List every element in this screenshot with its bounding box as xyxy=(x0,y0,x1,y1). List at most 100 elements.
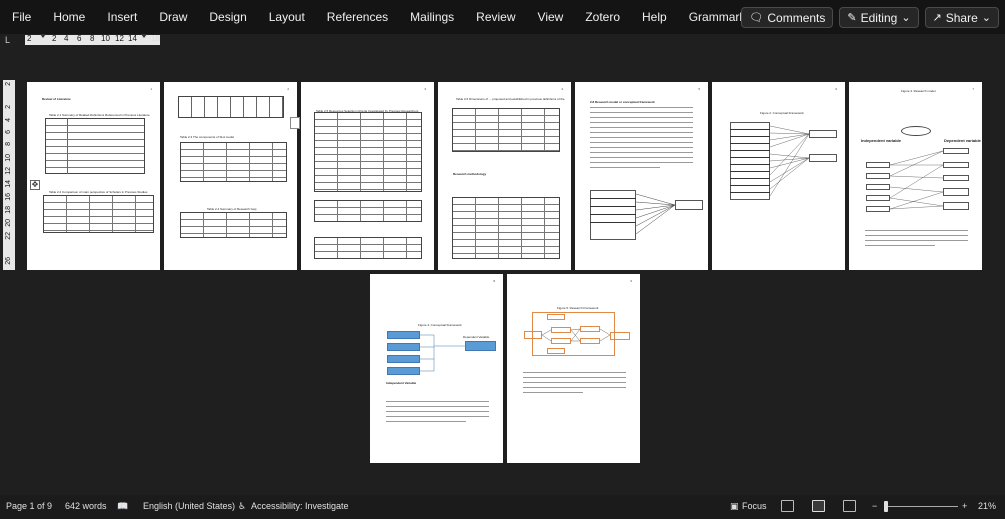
zoom-out-button[interactable]: − xyxy=(872,501,877,511)
print-layout-icon[interactable] xyxy=(812,500,825,512)
accessibility-status[interactable]: Accessibility: Investigate xyxy=(251,501,349,511)
focus-button[interactable]: Focus xyxy=(742,501,767,511)
independent-variable-block xyxy=(387,331,420,339)
text-line xyxy=(590,157,693,158)
page-7[interactable]: 7 Figure 3. Research model Independent v… xyxy=(849,82,982,270)
language-status[interactable]: English (United States) xyxy=(143,501,235,511)
page-3[interactable]: 3 Table 2.5 Resources Selection Criteria… xyxy=(301,82,434,270)
independent-variable-label: Independent Variable xyxy=(386,381,417,385)
ruler-number: 26 xyxy=(5,257,12,265)
methodology-table xyxy=(452,197,560,259)
status-bar: Page 1 of 9 642 words 📖 English (United … xyxy=(0,495,1005,519)
proofing-icon[interactable]: 📖 xyxy=(117,501,128,512)
tab-help[interactable]: Help xyxy=(642,10,667,24)
text-line xyxy=(386,406,489,407)
tab-file[interactable]: File xyxy=(12,10,31,24)
page-number-mark: 5 xyxy=(698,87,700,91)
variable-box xyxy=(866,206,890,212)
page-4[interactable]: 4 Table 2.6 Dimensions of ... proposed a… xyxy=(438,82,571,270)
comment-marker[interactable] xyxy=(290,117,300,129)
tab-references[interactable]: References xyxy=(327,10,388,24)
table-caption: Table 2.4 Summary of Research Gap xyxy=(207,207,257,211)
page-8[interactable]: 8 Figure 4. Conceptual Framework Depende… xyxy=(370,274,503,463)
tab-mailings[interactable]: Mailings xyxy=(410,10,454,24)
page-9[interactable]: 9 Figure 5. Research Framework xyxy=(507,274,640,463)
diagram-divider xyxy=(730,164,770,165)
editing-button[interactable]: ✎ Editing ⌄ xyxy=(839,7,919,28)
page-count[interactable]: Page 1 of 9 xyxy=(6,501,52,511)
text-line xyxy=(590,127,693,128)
page-1[interactable]: 1 Review of Literature Table 2.1 Summary… xyxy=(27,82,160,270)
table-move-handle[interactable]: ✥ xyxy=(30,180,40,190)
text-line xyxy=(590,152,693,153)
ruler-number: 20 xyxy=(5,219,12,227)
text-line xyxy=(865,230,968,231)
variable-box xyxy=(866,184,890,190)
table-fragment xyxy=(178,96,284,118)
moderator-ellipse xyxy=(901,126,931,136)
page-5[interactable]: 5 2.8 Research model or conceptual frame… xyxy=(575,82,708,270)
comments-label: Comments xyxy=(767,10,826,25)
read-mode-icon[interactable] xyxy=(781,500,794,512)
right-indent-marker[interactable] xyxy=(141,34,147,38)
sla-components-table xyxy=(180,142,287,182)
page-number-mark: 6 xyxy=(835,87,837,91)
diagram-divider xyxy=(730,143,770,144)
outcome-box xyxy=(943,202,969,210)
table-divider xyxy=(67,118,68,174)
ruler-number: 8 xyxy=(90,34,95,43)
tab-layout[interactable]: Layout xyxy=(269,10,305,24)
first-line-indent-marker[interactable] xyxy=(40,34,46,38)
tab-insert[interactable]: Insert xyxy=(107,10,137,24)
tab-selector[interactable]: L xyxy=(5,35,15,45)
diagram-divider xyxy=(590,206,636,207)
comments-button[interactable]: 🗨 Comments xyxy=(741,7,834,28)
text-line xyxy=(865,235,968,236)
tab-grammarly[interactable]: Grammarly xyxy=(689,10,748,24)
tab-review[interactable]: Review xyxy=(476,10,515,24)
variable-box xyxy=(866,162,890,168)
text-line xyxy=(590,142,693,143)
focus-icon[interactable]: ▣ xyxy=(730,501,739,512)
diagram-arrows xyxy=(636,193,676,235)
page-number-mark: 1 xyxy=(150,87,152,91)
table-caption: Table 2.1 Summary of Related Definitions… xyxy=(49,113,150,117)
text-line xyxy=(590,147,693,148)
tab-view[interactable]: View xyxy=(538,10,564,24)
share-button[interactable]: ↗ Share ⌄ xyxy=(924,7,999,28)
ruler-number: 12 xyxy=(115,34,124,43)
document-canvas[interactable]: 1 Review of Literature Table 2.1 Summary… xyxy=(18,46,1005,495)
vertical-ruler[interactable]: 2 2 4 6 8 10 12 14 16 18 20 22 26 xyxy=(3,80,15,270)
ruler-number: 22 xyxy=(5,232,12,240)
tab-design[interactable]: Design xyxy=(209,10,246,24)
page-number-mark: 4 xyxy=(561,87,563,91)
ruler-number: 2 xyxy=(5,82,12,86)
text-line xyxy=(590,117,693,118)
page-2[interactable]: 2 Table 2.3 The components of SLA model … xyxy=(164,82,297,270)
text-line xyxy=(590,162,693,163)
word-count[interactable]: 642 words xyxy=(65,501,107,511)
tab-draw[interactable]: Draw xyxy=(159,10,187,24)
outcome-box xyxy=(943,148,969,154)
figure-caption: Figure 3. Research model xyxy=(901,89,936,93)
tab-zotero[interactable]: Zotero xyxy=(585,10,620,24)
horizontal-ruler[interactable]: L 2 2 4 6 8 10 12 14 18 xyxy=(0,34,1005,46)
page-6[interactable]: 6 Figure 2. Conceptual Framework xyxy=(712,82,845,270)
diagram-divider xyxy=(730,150,770,151)
diagram-divider xyxy=(730,129,770,130)
outcome-box xyxy=(943,162,969,168)
outcome-box xyxy=(943,188,969,196)
zoom-in-button[interactable]: + xyxy=(962,501,967,511)
page-heading: Review of Literature xyxy=(42,97,71,101)
chevron-down-icon: ⌄ xyxy=(901,12,911,24)
tab-home[interactable]: Home xyxy=(53,10,85,24)
web-layout-icon[interactable] xyxy=(843,500,856,512)
table-caption: Table 2.3 The components of SLA model xyxy=(180,135,234,139)
zoom-slider-thumb[interactable] xyxy=(884,501,888,512)
text-line xyxy=(523,392,583,393)
ribbon-actions: 🗨 Comments ✎ Editing ⌄ ↗ Share ⌄ xyxy=(741,7,999,28)
comment-icon: 🗨 xyxy=(749,12,764,24)
zoom-level[interactable]: 21% xyxy=(978,501,996,511)
zoom-slider[interactable] xyxy=(886,506,958,507)
share-label: Share xyxy=(945,10,978,25)
